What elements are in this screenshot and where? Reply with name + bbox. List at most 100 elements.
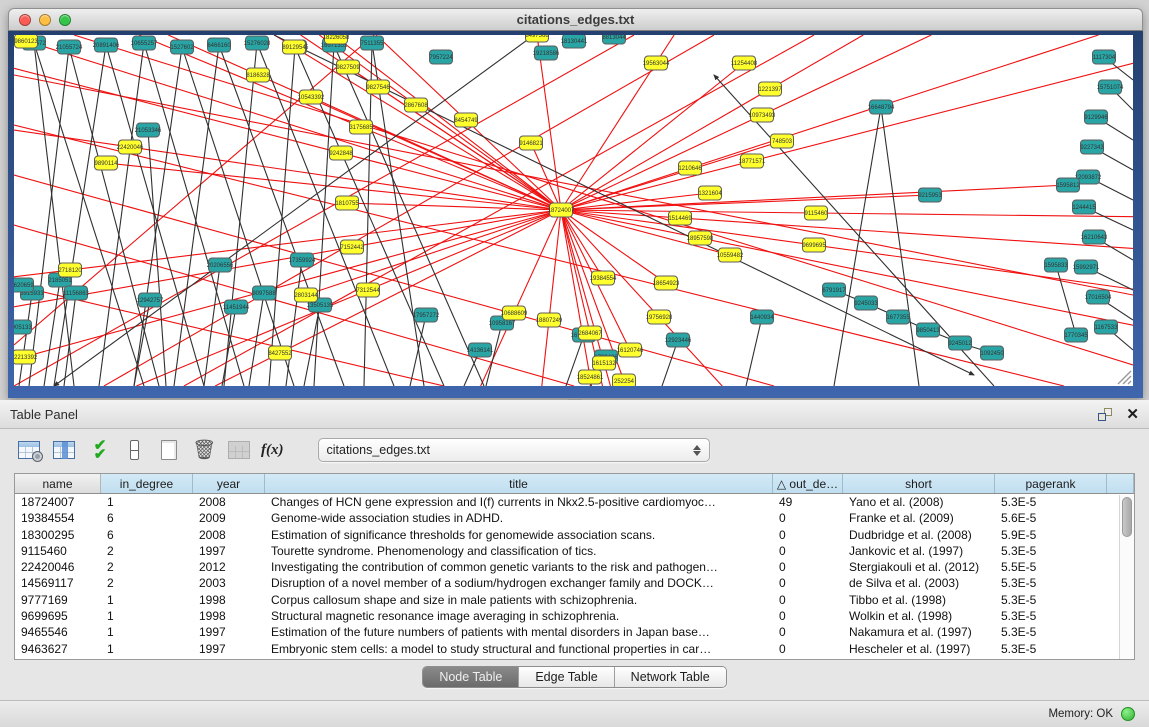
graph-node[interactable]: 15992971: [1073, 260, 1100, 274]
graph-node[interactable]: 1514469: [668, 211, 692, 225]
tab-node-table[interactable]: Node Table: [423, 667, 519, 687]
table-cell-year[interactable]: 1997: [193, 543, 265, 559]
table-cell-name[interactable]: 18300295: [15, 527, 101, 543]
table-cell-in_degree[interactable]: 1: [101, 494, 193, 510]
table-cell-in_degree[interactable]: 6: [101, 527, 193, 543]
table-cell-pagerank[interactable]: 5.3E-5: [995, 641, 1107, 657]
graph-node[interactable]: 19384554: [590, 271, 617, 285]
table-row[interactable]: 1830029562008Estimation of significance …: [15, 527, 1134, 543]
graph-node[interactable]: 2684067: [578, 326, 602, 340]
table-cell-title[interactable]: Disruption of a novel member of a sodium…: [265, 575, 773, 591]
table-cell-year[interactable]: 1997: [193, 641, 265, 657]
table-cell-name[interactable]: 9115460: [15, 543, 101, 559]
graph-node[interactable]: 1527602: [170, 40, 194, 54]
table-cell-short[interactable]: Jankovic et al. (1997): [843, 543, 995, 559]
table-mode-icon[interactable]: [121, 437, 147, 463]
table-cell-in_degree[interactable]: 2: [101, 575, 193, 591]
graph-node[interactable]: 17359924: [289, 253, 316, 267]
column-header-year[interactable]: year: [193, 474, 265, 493]
graph-node[interactable]: 15276028: [244, 36, 271, 50]
delete-column-icon[interactable]: 🗑: [191, 437, 217, 463]
graph-node[interactable]: 10559482: [717, 248, 744, 262]
graph-node[interactable]: 19563044: [643, 56, 670, 70]
table-row[interactable]: 946362711997Embryonic stem cells: a mode…: [15, 641, 1134, 657]
graph-node[interactable]: 10543392: [298, 90, 325, 104]
graph-node[interactable]: 2620659: [14, 278, 34, 292]
table-cell-in_degree[interactable]: 2: [101, 543, 193, 559]
table-cell-title[interactable]: Investigating the contribution of common…: [265, 559, 773, 575]
graph-node[interactable]: 12213392: [14, 350, 38, 364]
graph-node[interactable]: 21053346: [135, 123, 162, 137]
table-cell-title[interactable]: Changes of HCN gene expression and I(f) …: [265, 494, 773, 510]
import-table-icon[interactable]: [226, 437, 252, 463]
graph-node[interactable]: 15751074: [1097, 80, 1124, 94]
graph-node[interactable]: 21055724: [56, 40, 83, 54]
column-header-pagerank[interactable]: pagerank: [995, 474, 1107, 493]
column-header-name[interactable]: name: [15, 474, 101, 493]
table-cell-title[interactable]: Tourette syndrome. Phenomenology and cla…: [265, 543, 773, 559]
graph-node[interactable]: 20206556: [207, 258, 234, 272]
graph-node[interactable]: 11254408: [731, 56, 758, 70]
graph-node[interactable]: 5905133: [14, 320, 32, 334]
graph-node[interactable]: 1595812: [1056, 178, 1080, 192]
table-cell-name[interactable]: 14569117: [15, 575, 101, 591]
table-cell-short[interactable]: Tibbo et al. (1998): [843, 592, 995, 608]
create-column-icon[interactable]: [156, 437, 182, 463]
graph-node[interactable]: 8454749: [454, 113, 478, 127]
graph-node[interactable]: 9245033: [854, 296, 878, 310]
graph-node[interactable]: 1092450: [980, 346, 1004, 360]
graph-node[interactable]: 9699695: [802, 238, 826, 252]
graph-node[interactable]: 1595833: [1044, 258, 1068, 272]
table-cell-title[interactable]: Structural magnetic resonance image aver…: [265, 608, 773, 624]
graph-node[interactable]: 9227343: [1080, 140, 1104, 154]
show-column-icon[interactable]: [51, 437, 77, 463]
table-cell-in_degree[interactable]: 2: [101, 559, 193, 575]
tab-edge-table[interactable]: Edge Table: [519, 667, 614, 687]
graph-node[interactable]: 3175685: [349, 120, 373, 134]
graph-node[interactable]: 9129946: [1084, 110, 1108, 124]
table-cell-title[interactable]: Estimation of the future numbers of pati…: [265, 624, 773, 640]
table-cell-name[interactable]: 9465546: [15, 624, 101, 640]
canvas-resize-grip[interactable]: [1118, 371, 1131, 384]
table-row[interactable]: 977716911998Corpus callosum shape and si…: [15, 592, 1134, 608]
graph-node[interactable]: 252254: [613, 374, 636, 386]
graph-node[interactable]: 11156863: [63, 286, 89, 300]
graph-node[interactable]: 1440934: [750, 310, 774, 324]
graph-node[interactable]: 9827546: [366, 80, 390, 94]
graph-node[interactable]: 19756928: [646, 310, 673, 324]
table-cell-pagerank[interactable]: 5.6E-5: [995, 510, 1107, 526]
table-cell-short[interactable]: de Silva et al. (2003): [843, 575, 995, 591]
graph-node[interactable]: 17957272: [413, 308, 440, 322]
table-cell-out_degree[interactable]: 0: [773, 575, 843, 591]
table-cell-name[interactable]: 9699695: [15, 608, 101, 624]
graph-node[interactable]: 8497568: [525, 35, 549, 42]
graph-node[interactable]: 2718120: [58, 263, 82, 277]
graph-node[interactable]: 8813044: [602, 35, 626, 44]
table-cell-short[interactable]: Franke et al. (2009): [843, 510, 995, 526]
table-cell-out_degree[interactable]: 0: [773, 641, 843, 657]
graph-node[interactable]: 7312544: [356, 283, 380, 297]
graph-node[interactable]: 1810755: [335, 196, 359, 210]
table-cell-in_degree[interactable]: 1: [101, 641, 193, 657]
table-cell-short[interactable]: Wolkin et al. (1998): [843, 608, 995, 624]
close-panel-icon[interactable]: ✕: [1126, 407, 1139, 422]
graph-node[interactable]: 1677355: [886, 310, 910, 324]
table-cell-short[interactable]: Dudbridge et al. (2008): [843, 527, 995, 543]
table-cell-in_degree[interactable]: 6: [101, 510, 193, 526]
graph-node[interactable]: 9146821: [519, 136, 543, 150]
table-cell-in_degree[interactable]: 1: [101, 608, 193, 624]
table-cell-year[interactable]: 1998: [193, 592, 265, 608]
graph-node[interactable]: 8912954: [282, 40, 306, 54]
network-table-selector[interactable]: citations_edges.txt: [318, 438, 710, 462]
column-header-in_degree[interactable]: in_degree: [101, 474, 193, 493]
graph-node[interactable]: 7957224: [429, 50, 453, 64]
select-columns-icon[interactable]: ✔✔: [86, 437, 112, 463]
table-cell-year[interactable]: 1998: [193, 608, 265, 624]
table-cell-year[interactable]: 2012: [193, 559, 265, 575]
table-cell-year[interactable]: 2009: [193, 510, 265, 526]
graph-node[interactable]: 16210643: [1081, 230, 1108, 244]
graph-node[interactable]: 18524861: [577, 370, 604, 384]
graph-node[interactable]: 1167533: [1095, 320, 1119, 334]
network-canvas[interactable]: 2105572210557242089140610655257152760264…: [14, 35, 1133, 386]
graph-node[interactable]: 9115460: [805, 206, 829, 220]
